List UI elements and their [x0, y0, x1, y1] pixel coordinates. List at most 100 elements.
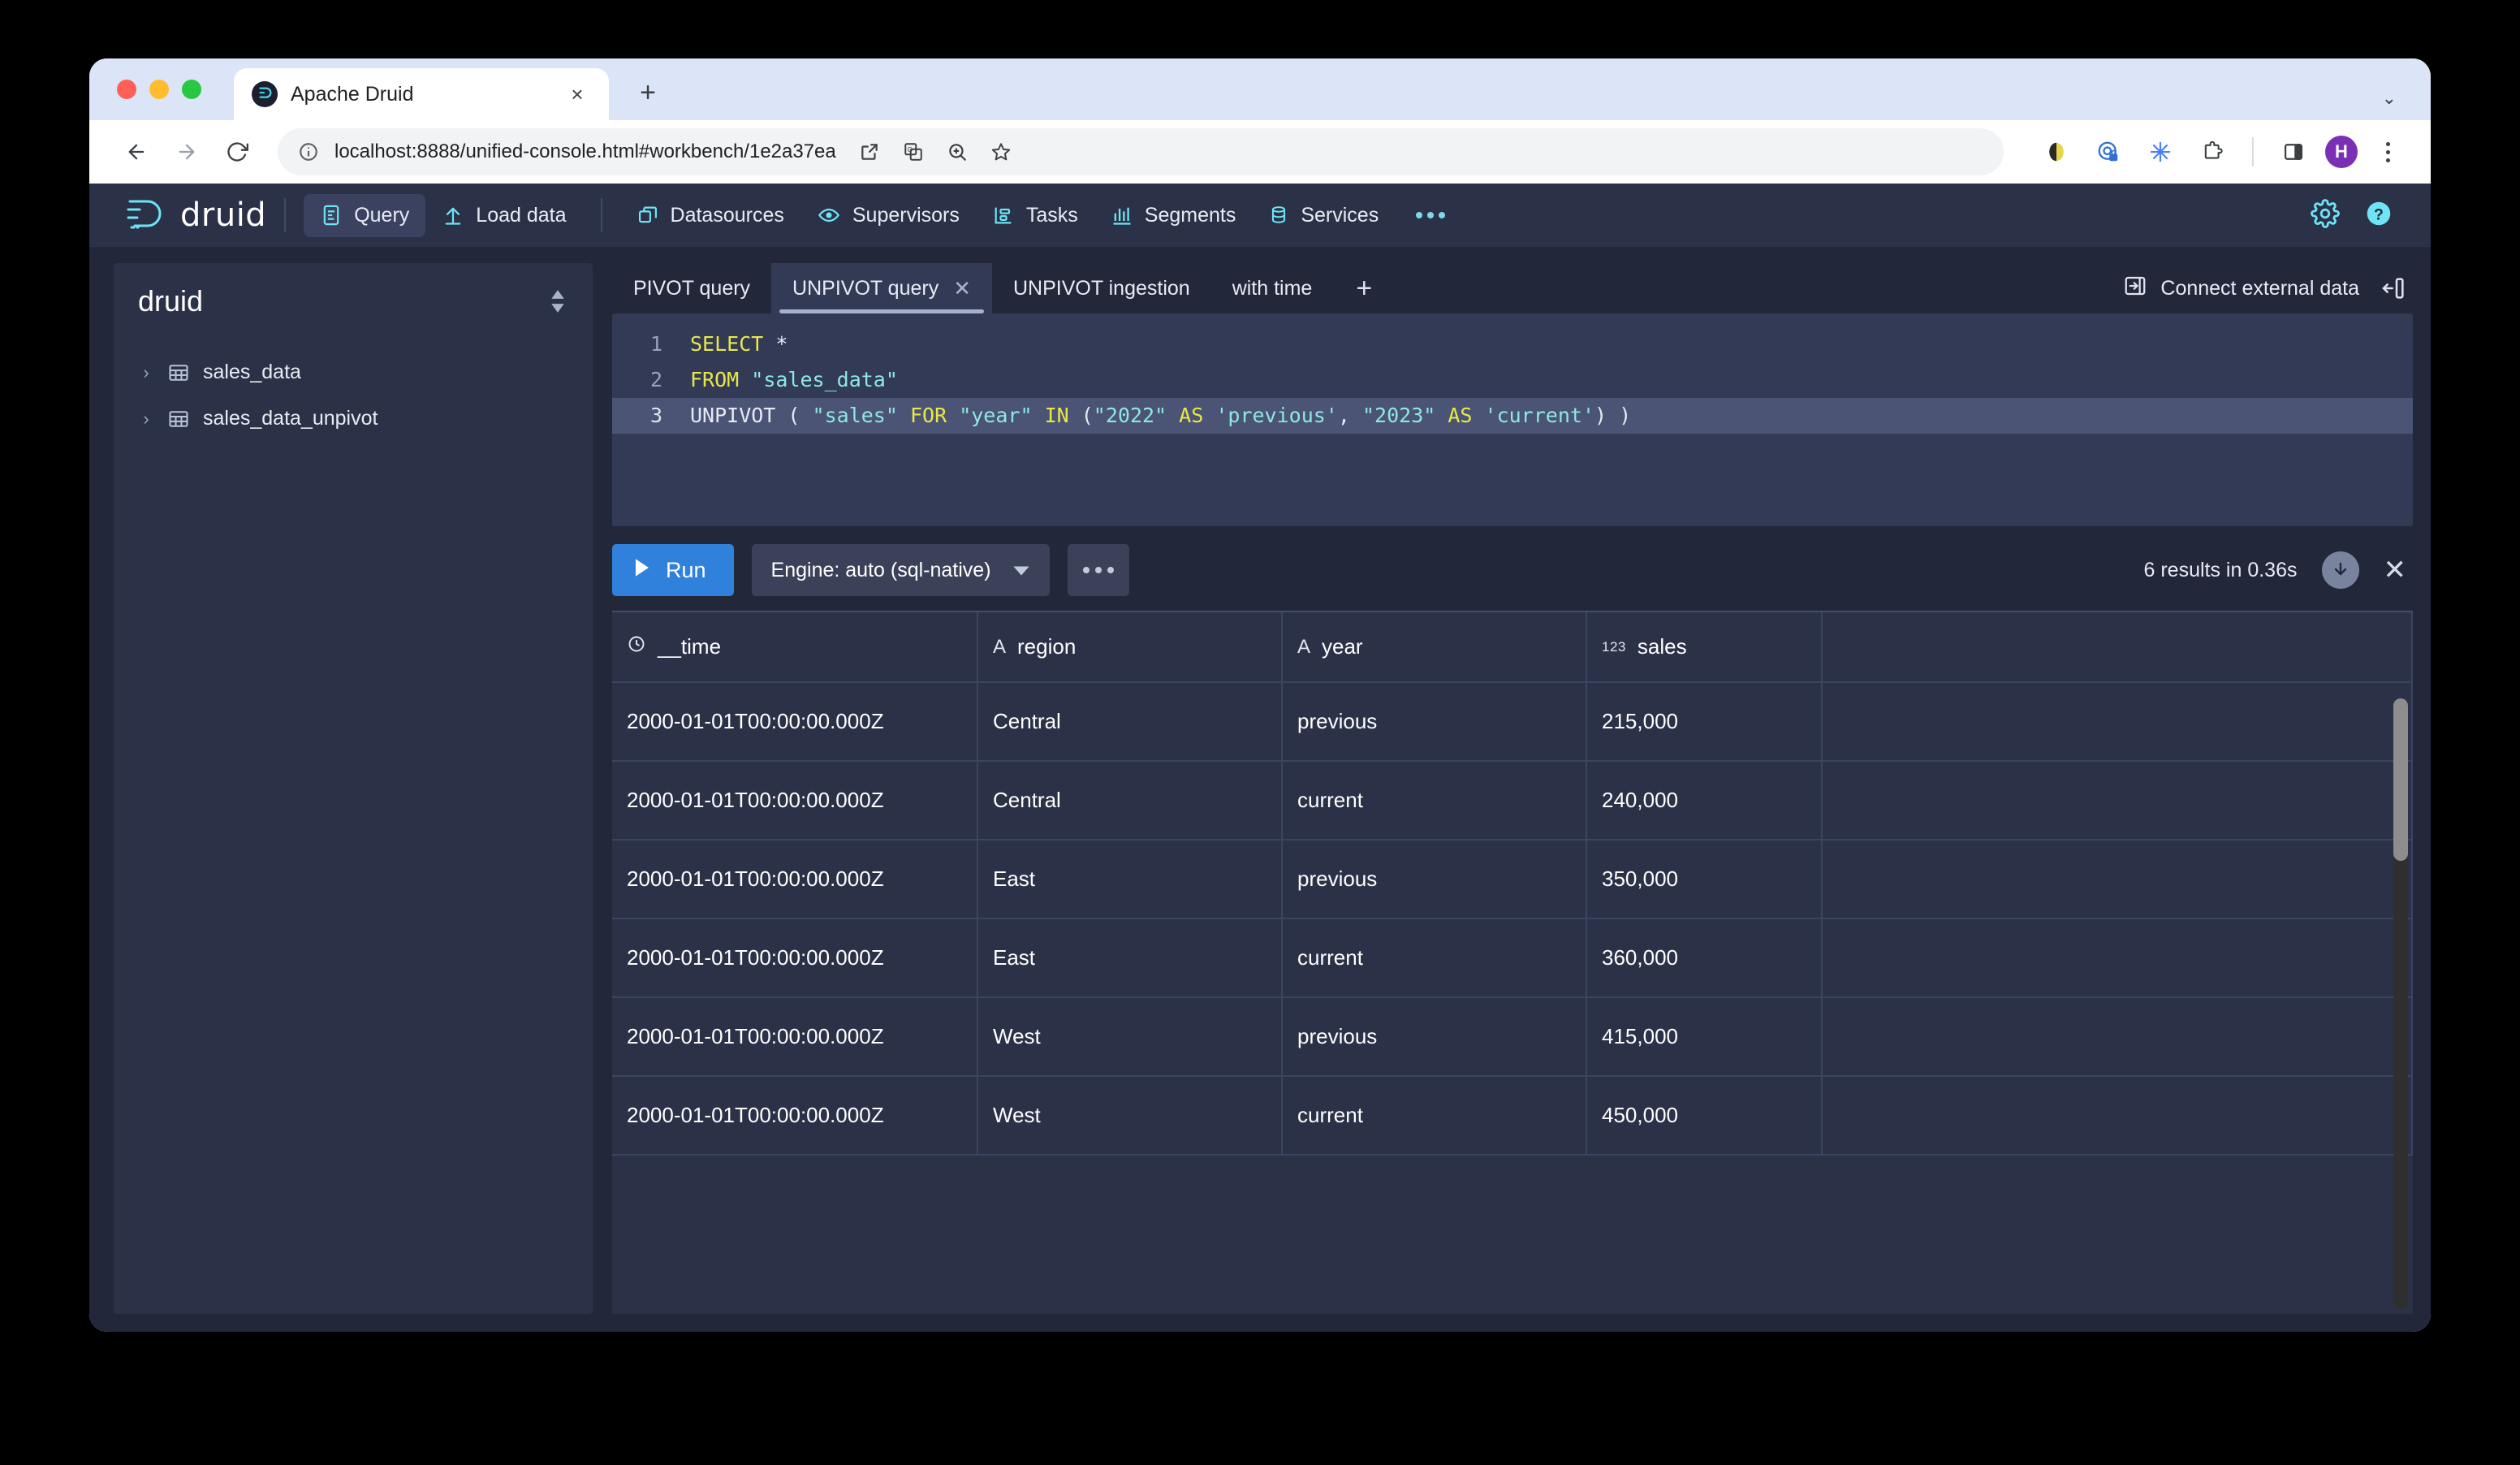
browser-tab[interactable]: Apache Druid × [234, 68, 609, 120]
line-number: 1 [612, 326, 675, 362]
site-info-icon[interactable] [296, 139, 321, 165]
cell-region: West [977, 997, 1282, 1076]
tab-unpivot-query[interactable]: UNPIVOT query ✕ [771, 263, 992, 313]
tasks-icon [992, 204, 1015, 227]
results-panel: __time A region [612, 611, 2413, 1314]
new-tab-button[interactable]: + [630, 75, 666, 110]
minimize-window-button[interactable] [149, 80, 169, 99]
sort-toggle-icon[interactable] [547, 287, 568, 315]
sidepanel-icon[interactable] [2273, 132, 2314, 172]
tree-item-sales-data-unpivot[interactable]: › sales_data_unpivot [114, 395, 593, 442]
results-vertical-scrollbar[interactable] [2393, 698, 2408, 1309]
share-icon[interactable] [849, 132, 890, 172]
column-header-time[interactable]: __time [612, 612, 977, 682]
column-header-sales[interactable]: 123 sales [1586, 612, 1822, 682]
extension-star-icon[interactable] [2140, 132, 2181, 172]
toolbar-divider [2252, 137, 2254, 166]
tab-unpivot-ingestion[interactable]: UNPIVOT ingestion [992, 263, 1211, 313]
chevron-right-icon[interactable]: › [138, 408, 154, 430]
engine-select[interactable]: Engine: auto (sql-native) [752, 544, 1050, 596]
sidebar-item-query[interactable]: Query [304, 194, 425, 237]
forward-arrow-icon[interactable] [164, 129, 209, 175]
table-row[interactable]: 2000-01-01T00:00:00.000Z Central previou… [612, 682, 2412, 761]
sidebar-item-datasources[interactable]: Datasources [620, 194, 800, 237]
close-results-icon[interactable]: ✕ [2384, 556, 2407, 584]
scrollbar-thumb[interactable] [2393, 698, 2408, 861]
table-row[interactable]: 2000-01-01T00:00:00.000Z Central current… [612, 761, 2412, 840]
more-options-icon[interactable] [1068, 544, 1129, 596]
number-type-icon: 123 [1602, 639, 1626, 655]
sidebar-item-tasks[interactable]: Tasks [976, 194, 1094, 237]
sidebar-header: druid [114, 263, 593, 335]
druid-console: druid Query Load data Dataso [89, 184, 2431, 1332]
browser-toolbar: localhost:8888/unified-console.html#work… [89, 120, 2431, 184]
cell-year: current [1282, 761, 1586, 840]
druid-logo[interactable]: druid [122, 193, 266, 238]
kebab-menu-icon[interactable] [2369, 133, 2406, 171]
druid-favicon-icon [252, 81, 278, 107]
navbar-divider [284, 198, 286, 232]
zoom-icon[interactable] [937, 132, 977, 172]
tab-pivot-query[interactable]: PIVOT query [612, 263, 771, 313]
maximize-window-button[interactable] [182, 80, 201, 99]
extension-purple-icon[interactable] [2036, 132, 2077, 172]
table-row[interactable]: 2000-01-01T00:00:00.000Z East current 36… [612, 918, 2412, 997]
gear-icon[interactable] [2311, 199, 2340, 232]
run-button[interactable]: Run [612, 544, 734, 596]
help-icon[interactable]: ? [2364, 199, 2393, 232]
play-icon [633, 558, 651, 583]
tab-with-time[interactable]: with time [1211, 263, 1334, 313]
cell-filler [1822, 840, 2412, 918]
tab-label: UNPIVOT ingestion [1013, 277, 1190, 300]
druid-navbar: druid Query Load data Dataso [89, 184, 2431, 247]
nav-label-segments: Segments [1145, 204, 1236, 227]
datasources-icon [636, 204, 659, 227]
editor-code-area[interactable]: SELECT * FROM "sales_data" UNPIVOT ( "sa… [675, 313, 2413, 526]
tree-item-sales-data[interactable]: › sales_data [114, 349, 593, 395]
cell-filler [1822, 1076, 2412, 1155]
load-data-icon [442, 204, 464, 227]
nav-label-services: Services [1301, 204, 1379, 227]
table-row[interactable]: 2000-01-01T00:00:00.000Z East previous 3… [612, 840, 2412, 918]
browser-window: Apache Druid × + ⌄ localhost:8888/unifie… [89, 58, 2431, 1332]
cell-filler [1822, 918, 2412, 997]
column-header-year[interactable]: A year [1282, 612, 1586, 682]
sql-editor[interactable]: 1 2 3 SELECT * FROM "sales_data" UNPIVOT… [612, 313, 2413, 526]
query-main-pane: PIVOT query UNPIVOT query ✕ UNPIVOT inge… [612, 263, 2413, 1314]
add-tab-button[interactable]: + [1333, 263, 1395, 313]
cell-region: West [977, 1076, 1282, 1155]
address-bar[interactable]: localhost:8888/unified-console.html#work… [278, 128, 2004, 175]
sidebar-item-services[interactable]: Services [1252, 194, 1395, 237]
reload-icon[interactable] [214, 129, 260, 175]
services-icon [1268, 204, 1289, 227]
cell-year: current [1282, 918, 1586, 997]
column-header-filler [1822, 612, 2412, 682]
connect-external-data-icon [2123, 274, 2147, 304]
avatar[interactable]: H [2325, 136, 2358, 168]
sidebar-item-load-data[interactable]: Load data [425, 194, 582, 237]
druid-wordmark: druid [180, 197, 266, 234]
back-arrow-icon[interactable] [114, 129, 159, 175]
cell-sales: 215,000 [1586, 682, 1822, 761]
extension-puzzle-icon[interactable] [2192, 132, 2233, 172]
close-window-button[interactable] [117, 80, 136, 99]
column-header-region[interactable]: A region [977, 612, 1282, 682]
cell-region: East [977, 918, 1282, 997]
translate-icon[interactable]: G [893, 132, 934, 172]
table-row[interactable]: 2000-01-01T00:00:00.000Z West previous 4… [612, 997, 2412, 1076]
bookmark-star-icon[interactable] [981, 132, 1021, 172]
download-icon[interactable] [2322, 551, 2359, 589]
chevron-down-icon[interactable]: ⌄ [2382, 88, 2397, 109]
sidebar-item-supervisors[interactable]: Supervisors [800, 194, 976, 237]
nav-more-icon[interactable] [1401, 201, 1460, 230]
close-icon[interactable]: × [563, 80, 591, 108]
sidebar-item-segments[interactable]: Segments [1094, 194, 1253, 237]
collapse-panel-icon[interactable] [2380, 275, 2406, 301]
chevron-right-icon[interactable]: › [138, 362, 154, 383]
connect-external-data-button[interactable]: Connect external data [2123, 274, 2359, 304]
extension-lock-icon[interactable] [2088, 132, 2129, 172]
druid-body: druid › sales_data › [89, 247, 2431, 1332]
cell-sales: 450,000 [1586, 1076, 1822, 1155]
table-row[interactable]: 2000-01-01T00:00:00.000Z West current 45… [612, 1076, 2412, 1155]
close-icon[interactable]: ✕ [953, 278, 971, 299]
